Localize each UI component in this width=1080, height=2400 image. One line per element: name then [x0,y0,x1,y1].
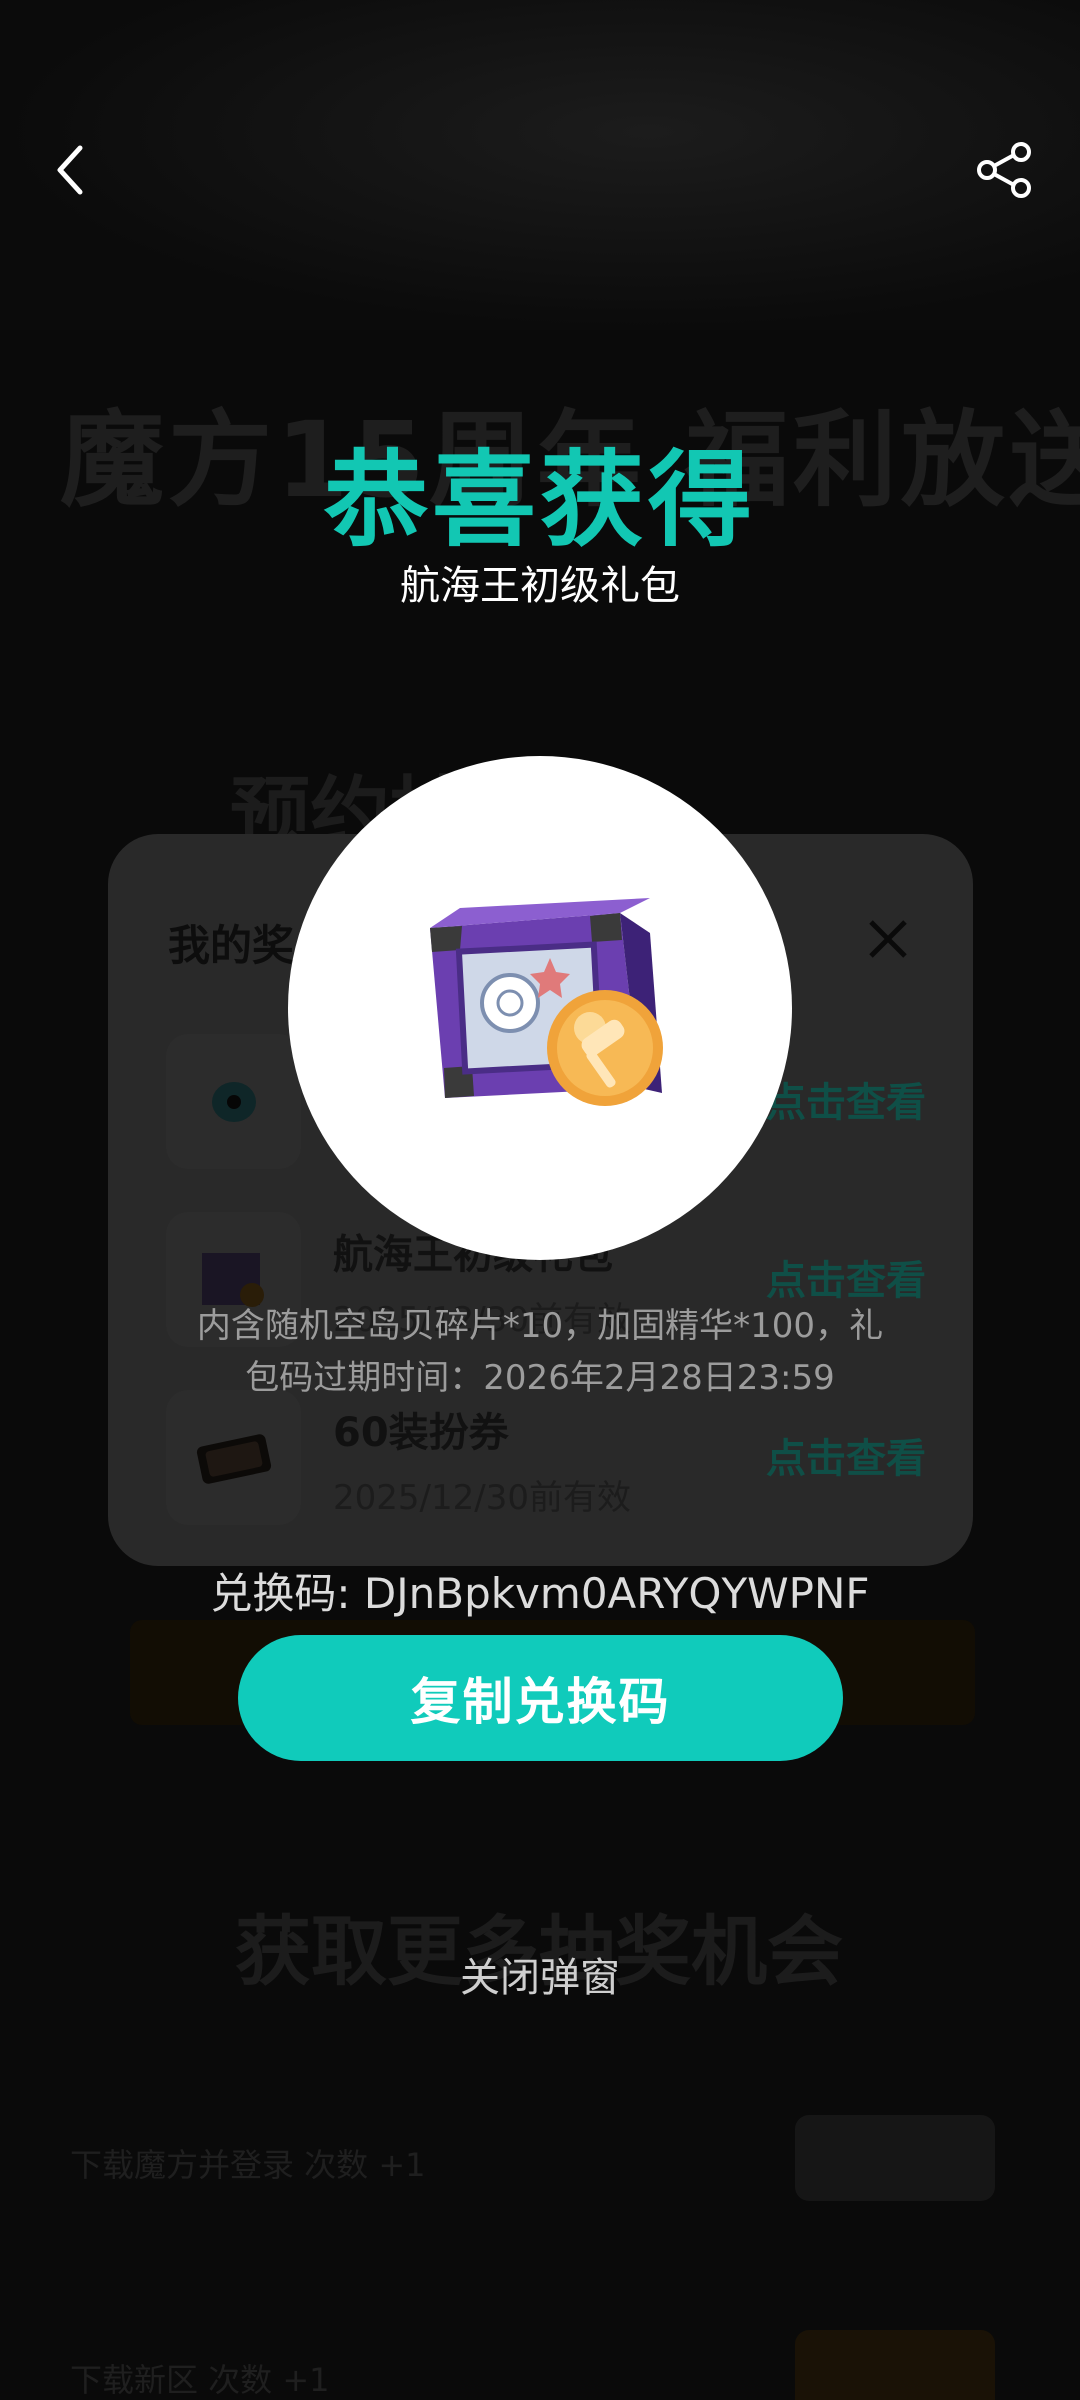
view-prize-link[interactable]: 点击查看 [766,1070,926,1128]
back-icon[interactable] [50,140,90,200]
view-prize-link[interactable]: 点击查看 [766,1248,926,1306]
prize-name: 60装扮券 [333,1410,509,1456]
share-icon[interactable] [975,140,1035,200]
gift-image-circle [288,756,792,1260]
bg-task-button [795,2115,995,2201]
treasure-chest-icon [430,898,663,1106]
banner-art [0,0,1080,330]
ticket-icon [166,1390,301,1525]
bg-task-row: 下载魔方并登录 次数 +1 [70,2146,426,2184]
prize-date: 2025/12/30前有效 [333,1478,631,1518]
gift-description: 内含随机空岛贝碎片*10，加固精华*100，礼包码过期时间：2026年2月28日… [196,1306,884,1398]
view-prize-link[interactable]: 点击查看 [766,1426,926,1484]
bg-task-row: 下载新区 次数 +1 [70,2361,330,2399]
redeem-code: 兑换码: DJnBpkvm0ARYQYWPNF [210,1569,870,1618]
copy-code-button[interactable]: 复制兑换码 [238,1635,843,1761]
congrats-heading: 恭喜获得 [323,439,756,561]
panel-title: 我的奖 [168,921,295,970]
gift-name: 航海王初级礼包 [400,563,680,609]
stone-icon [166,1034,301,1169]
close-modal-button[interactable]: 关闭弹窗 [0,1945,1080,2003]
close-icon[interactable] [863,914,913,964]
prize-item: 60装扮券 2025/12/30前有效 点击查看 [166,1390,926,1530]
bg-task-button [795,2330,995,2400]
screen: 魔方15周年 福利放送 预约抽奖 获取更多抽奖机会 下载魔方并登录 次数 +1 … [0,0,1080,2400]
